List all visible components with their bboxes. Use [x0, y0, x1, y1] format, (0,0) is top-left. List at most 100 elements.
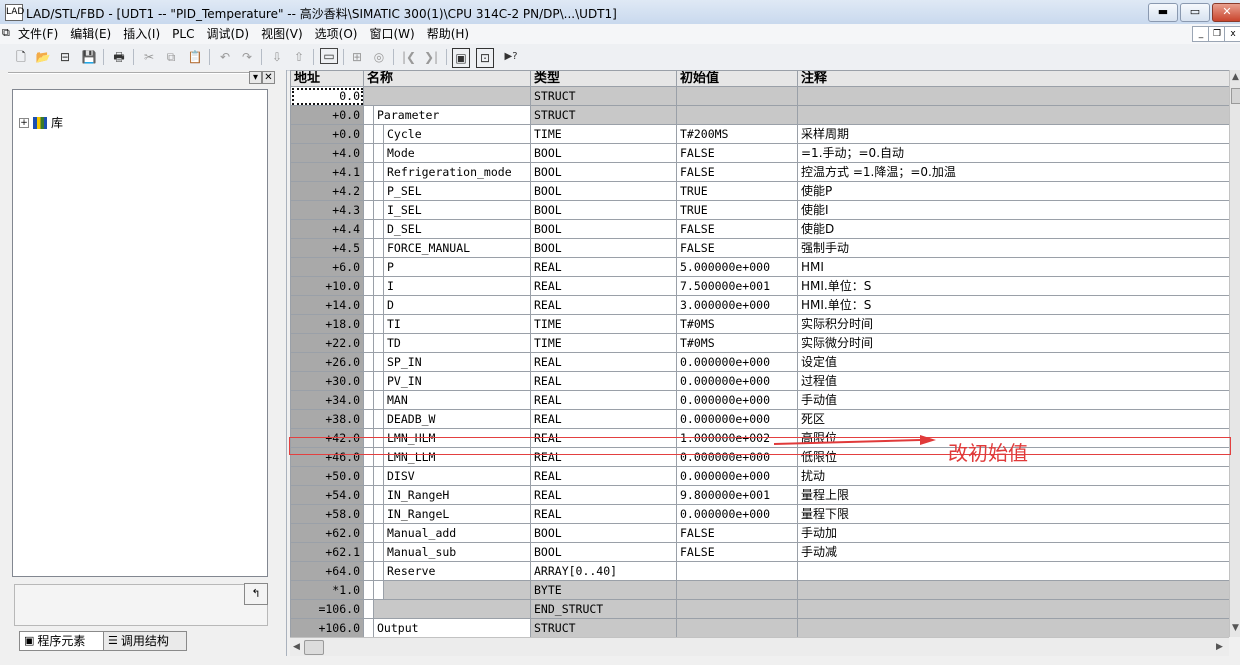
document-menu-icon[interactable]: ⧉ — [2, 26, 10, 40]
name-cell[interactable]: PV_IN — [383, 371, 531, 391]
comment-cell[interactable]: 手动值 — [797, 390, 1231, 410]
comment-cell[interactable]: 量程下限 — [797, 504, 1231, 524]
type-cell[interactable]: REAL — [530, 295, 677, 315]
table-row[interactable]: +4.3 I_SEL BOOL TRUE 使能I — [290, 200, 1231, 220]
name-cell[interactable]: Manual_sub — [383, 542, 531, 562]
type-cell[interactable]: BOOL — [530, 200, 677, 220]
type-cell[interactable]: ARRAY[0..40] — [530, 561, 677, 581]
name-cell[interactable]: Output — [373, 618, 531, 637]
comment-cell[interactable]: 量程上限 — [797, 485, 1231, 505]
upload-icon[interactable]: ⇧ — [290, 48, 308, 66]
comment-cell[interactable]: 使能D — [797, 219, 1231, 239]
cut-icon[interactable]: ✂ — [140, 48, 158, 66]
scroll-thumb[interactable] — [304, 640, 324, 655]
table-row[interactable]: +64.0 Reserve ARRAY[0..40] — [290, 561, 1231, 581]
expand-icon[interactable]: + — [19, 117, 29, 128]
name-cell[interactable] — [363, 86, 531, 106]
name-cell[interactable]: TD — [383, 333, 531, 353]
type-cell[interactable]: STRUCT — [530, 105, 677, 125]
type-cell[interactable]: STRUCT — [530, 618, 677, 637]
type-cell[interactable]: TIME — [530, 314, 677, 334]
comment-cell[interactable]: 扰动 — [797, 466, 1231, 486]
comment-cell[interactable] — [797, 561, 1231, 581]
initial-value-cell[interactable]: T#0MS — [676, 314, 798, 334]
initial-value-cell[interactable]: 5.000000e+000 — [676, 257, 798, 277]
type-cell[interactable]: BYTE — [530, 580, 677, 600]
comment-cell[interactable] — [797, 105, 1231, 125]
table-row[interactable]: +30.0 PV_IN REAL 0.000000e+000 过程值 — [290, 371, 1231, 391]
initial-value-cell[interactable] — [676, 599, 798, 619]
col-header-address[interactable]: 地址 — [290, 70, 364, 87]
type-cell[interactable]: BOOL — [530, 219, 677, 239]
module-icon[interactable]: ⊞ — [348, 48, 366, 66]
table-row[interactable]: +4.5 FORCE_MANUAL BOOL FALSE 强制手动 — [290, 238, 1231, 258]
initial-value-cell[interactable]: FALSE — [676, 523, 798, 543]
table-row[interactable]: +0.0 Cycle TIME T#200MS 采样周期 — [290, 124, 1231, 144]
comment-cell[interactable]: HMI.单位：S — [797, 295, 1231, 315]
comment-cell[interactable]: 采样周期 — [797, 124, 1231, 144]
comment-cell[interactable] — [797, 618, 1231, 637]
initial-value-cell[interactable]: FALSE — [676, 143, 798, 163]
name-cell[interactable]: IN_RangeH — [383, 485, 531, 505]
name-cell[interactable]: FORCE_MANUAL — [383, 238, 531, 258]
undo-icon[interactable]: ↶ — [216, 48, 234, 66]
table-row[interactable]: +58.0 IN_RangeL REAL 0.000000e+000 量程下限 — [290, 504, 1231, 524]
table-row[interactable]: +4.4 D_SEL BOOL FALSE 使能D — [290, 219, 1231, 239]
name-cell[interactable]: Reserve — [383, 561, 531, 581]
initial-value-cell[interactable]: FALSE — [676, 542, 798, 562]
help-pointer-icon[interactable]: ▶? — [502, 48, 520, 66]
table-row[interactable]: +62.1 Manual_sub BOOL FALSE 手动减 — [290, 542, 1231, 562]
comment-cell[interactable]: 使能I — [797, 200, 1231, 220]
table-row[interactable]: +22.0 TD TIME T#0MS 实际微分时间 — [290, 333, 1231, 353]
name-cell[interactable]: MAN — [383, 390, 531, 410]
type-cell[interactable]: REAL — [530, 485, 677, 505]
name-cell[interactable] — [373, 599, 531, 619]
name-cell[interactable]: Refrigeration_mode — [383, 162, 531, 182]
initial-value-cell[interactable]: 0.000000e+000 — [676, 390, 798, 410]
copy-icon[interactable]: ⧉ — [162, 48, 180, 66]
type-cell[interactable]: BOOL — [530, 143, 677, 163]
initial-value-cell[interactable] — [676, 618, 798, 637]
tab-program-elements[interactable]: ▣ 程序元素 — [19, 631, 111, 651]
table-row[interactable]: +106.0 Output STRUCT — [290, 618, 1231, 637]
initial-value-cell[interactable]: 0.000000e+000 — [676, 409, 798, 429]
element-tree[interactable]: + 库 — [12, 89, 268, 577]
table-row[interactable]: =106.0 END_STRUCT — [290, 599, 1231, 619]
type-cell[interactable]: REAL — [530, 352, 677, 372]
menu-item[interactable]: 插入(I) — [117, 26, 166, 42]
monitor-icon[interactable]: ▭ — [320, 48, 338, 64]
table-row[interactable]: +54.0 IN_RangeH REAL 9.800000e+001 量程上限 — [290, 485, 1231, 505]
type-cell[interactable]: END_STRUCT — [530, 599, 677, 619]
type-cell[interactable]: BOOL — [530, 523, 677, 543]
minimize-button[interactable]: ▬ — [1148, 3, 1178, 22]
save-icon[interactable]: 💾 — [80, 48, 98, 66]
name-cell[interactable]: P — [383, 257, 531, 277]
new-file-icon[interactable]: 🗋 — [12, 48, 30, 66]
previous-network-icon[interactable]: |❮ — [400, 48, 418, 66]
col-header-name[interactable]: 名称 — [363, 70, 531, 87]
scroll-thumb[interactable] — [1231, 88, 1240, 104]
type-cell[interactable]: REAL — [530, 257, 677, 277]
name-cell[interactable]: Manual_add — [383, 523, 531, 543]
comment-cell[interactable]: =1.手动；=0.自动 — [797, 143, 1231, 163]
name-cell[interactable] — [383, 580, 531, 600]
panel-dropdown-icon[interactable]: ▾ — [249, 71, 262, 84]
initial-value-cell[interactable] — [676, 561, 798, 581]
tree-item-library[interactable]: + 库 — [19, 114, 63, 131]
glasses-icon[interactable]: ◎ — [370, 48, 388, 66]
menu-item[interactable]: 视图(V) — [255, 26, 309, 42]
restore-button[interactable]: ▭ — [1180, 3, 1210, 22]
initial-value-cell[interactable]: 0.000000e+000 — [676, 352, 798, 372]
network-icon[interactable]: ⊟ — [56, 48, 74, 66]
type-cell[interactable]: REAL — [530, 466, 677, 486]
table-row[interactable]: +34.0 MAN REAL 0.000000e+000 手动值 — [290, 390, 1231, 410]
detail-view-icon[interactable]: ⊡ — [476, 48, 494, 68]
col-header-comment[interactable]: 注释 — [797, 70, 1231, 87]
scroll-down-icon[interactable]: ▼ — [1232, 623, 1239, 633]
type-cell[interactable]: REAL — [530, 390, 677, 410]
col-header-initial-value[interactable]: 初始值 — [676, 70, 798, 87]
tab-call-structure[interactable]: ☰ 调用结构 — [103, 631, 187, 651]
initial-value-cell[interactable]: T#0MS — [676, 333, 798, 353]
name-cell[interactable]: I_SEL — [383, 200, 531, 220]
type-cell[interactable]: REAL — [530, 276, 677, 296]
